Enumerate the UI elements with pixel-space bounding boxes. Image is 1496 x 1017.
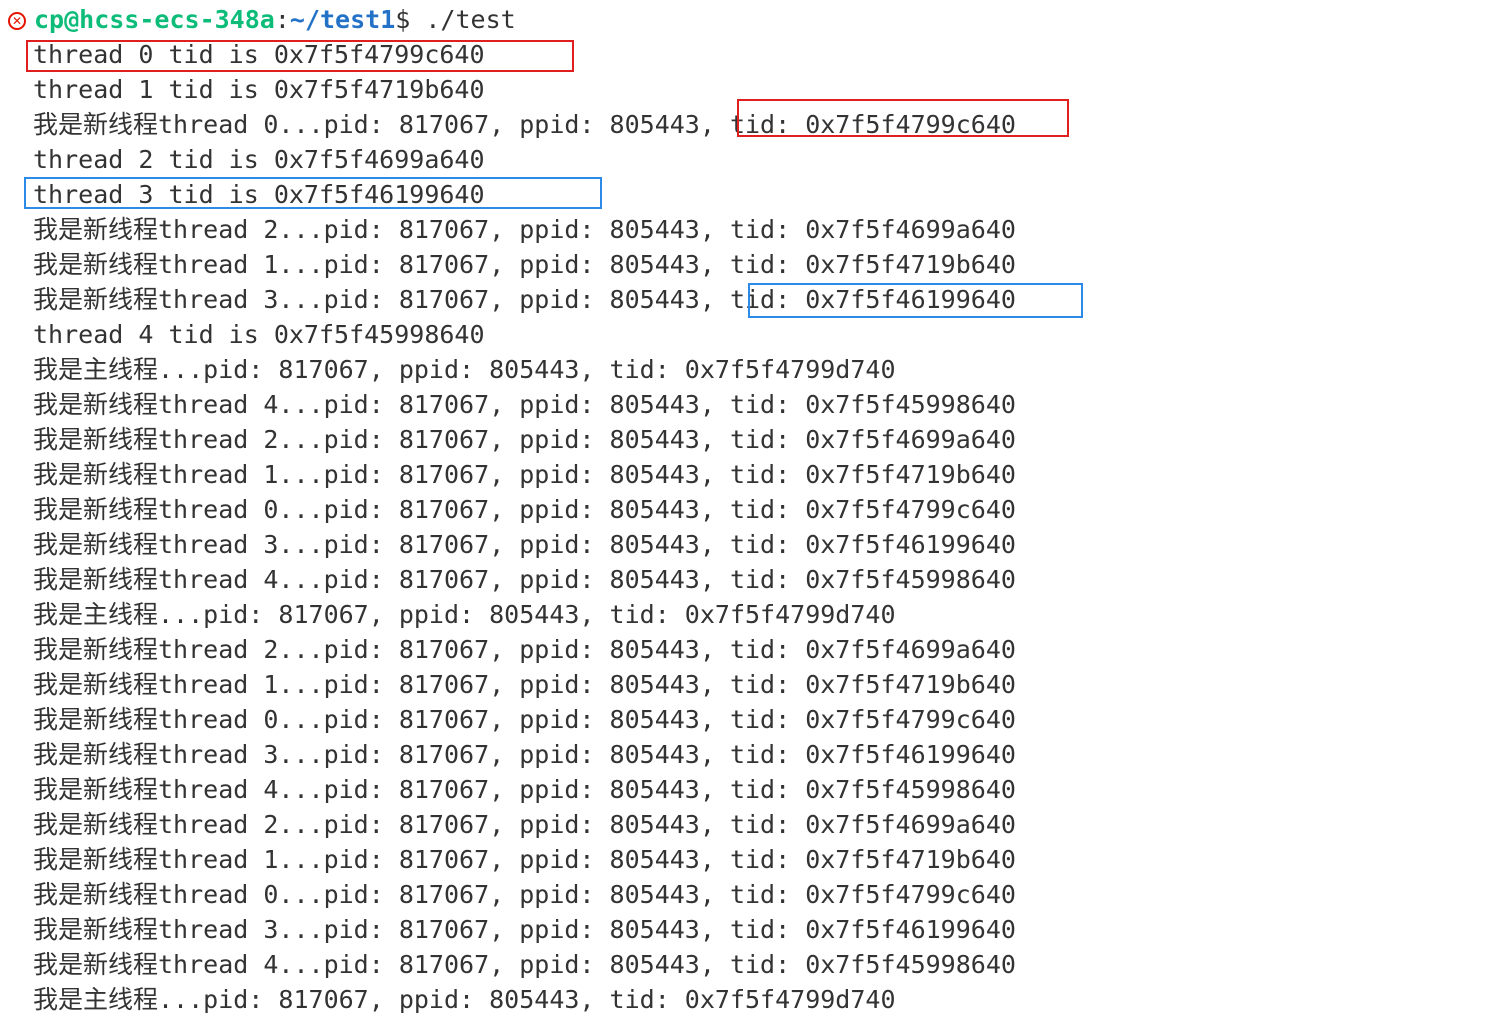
output-line: 我是新线程thread 1...pid: 817067, ppid: 80544… [33, 845, 1016, 874]
prompt-line: ✕ cp@hcss-ecs-348a:~/test1$ ./test [8, 2, 516, 37]
output-line: 我是新线程thread 1...pid: 817067, ppid: 80544… [33, 670, 1016, 699]
output-line: 我是新线程thread 3...pid: 817067, ppid: 80544… [33, 915, 1016, 944]
terminal-output[interactable]: ✕ cp@hcss-ecs-348a:~/test1$ ./test thread… [0, 0, 1496, 1015]
error-circle-icon: ✕ [8, 12, 26, 30]
output-line: thread 2 tid is 0x7f5f4699a640 [33, 145, 485, 174]
output-line: 我是新线程thread 2...pid: 817067, ppid: 80544… [33, 425, 1016, 454]
output-line: 我是新线程thread 0...pid: 817067, ppid: 80544… [33, 880, 1016, 909]
output-line: 我是主线程...pid: 817067, ppid: 805443, tid: … [33, 985, 896, 1014]
output-line: 我是新线程thread 2...pid: 817067, ppid: 80544… [33, 635, 1016, 664]
prompt-command: ./test [410, 5, 516, 34]
output-line: 我是新线程thread 4...pid: 817067, ppid: 80544… [33, 775, 1016, 804]
output-line: 我是新线程thread 3...pid: 817067, ppid: 80544… [33, 740, 1016, 769]
prompt-user-host: cp@hcss-ecs-348a [34, 5, 275, 34]
output-line: 我是新线程thread 3...pid: 817067, ppid: 80544… [33, 530, 1016, 559]
output-line: 我是新线程thread 3...pid: 817067, ppid: 80544… [33, 285, 1016, 314]
output-line: 我是新线程thread 4...pid: 817067, ppid: 80544… [33, 565, 1016, 594]
output-line: 我是新线程thread 2...pid: 817067, ppid: 80544… [33, 215, 1016, 244]
output-line: 我是主线程...pid: 817067, ppid: 805443, tid: … [33, 355, 896, 384]
output-line: 我是新线程thread 1...pid: 817067, ppid: 80544… [33, 460, 1016, 489]
output-line: thread 3 tid is 0x7f5f46199640 [33, 180, 485, 209]
output-line: 我是新线程thread 0...pid: 817067, ppid: 80544… [33, 495, 1016, 524]
output-line: thread 4 tid is 0x7f5f45998640 [33, 320, 485, 349]
prompt-path: ~/test1 [289, 5, 396, 34]
output-line: 我是新线程thread 4...pid: 817067, ppid: 80544… [33, 390, 1016, 419]
output-line: 我是新线程thread 1...pid: 817067, ppid: 80544… [33, 250, 1016, 279]
prompt-colon: : [274, 5, 290, 34]
output-line: 我是新线程thread 4...pid: 817067, ppid: 80544… [33, 950, 1016, 979]
output-line: 我是新线程thread 0...pid: 817067, ppid: 80544… [33, 705, 1016, 734]
output-line: 我是新线程thread 2...pid: 817067, ppid: 80544… [33, 810, 1016, 839]
output-line: thread 0 tid is 0x7f5f4799c640 [33, 40, 485, 69]
output-line: thread 1 tid is 0x7f5f4719b640 [33, 75, 485, 104]
prompt-dollar: $ [395, 5, 411, 34]
output-line: 我是新线程thread 0...pid: 817067, ppid: 80544… [33, 110, 1016, 139]
output-line: 我是主线程...pid: 817067, ppid: 805443, tid: … [33, 600, 896, 629]
